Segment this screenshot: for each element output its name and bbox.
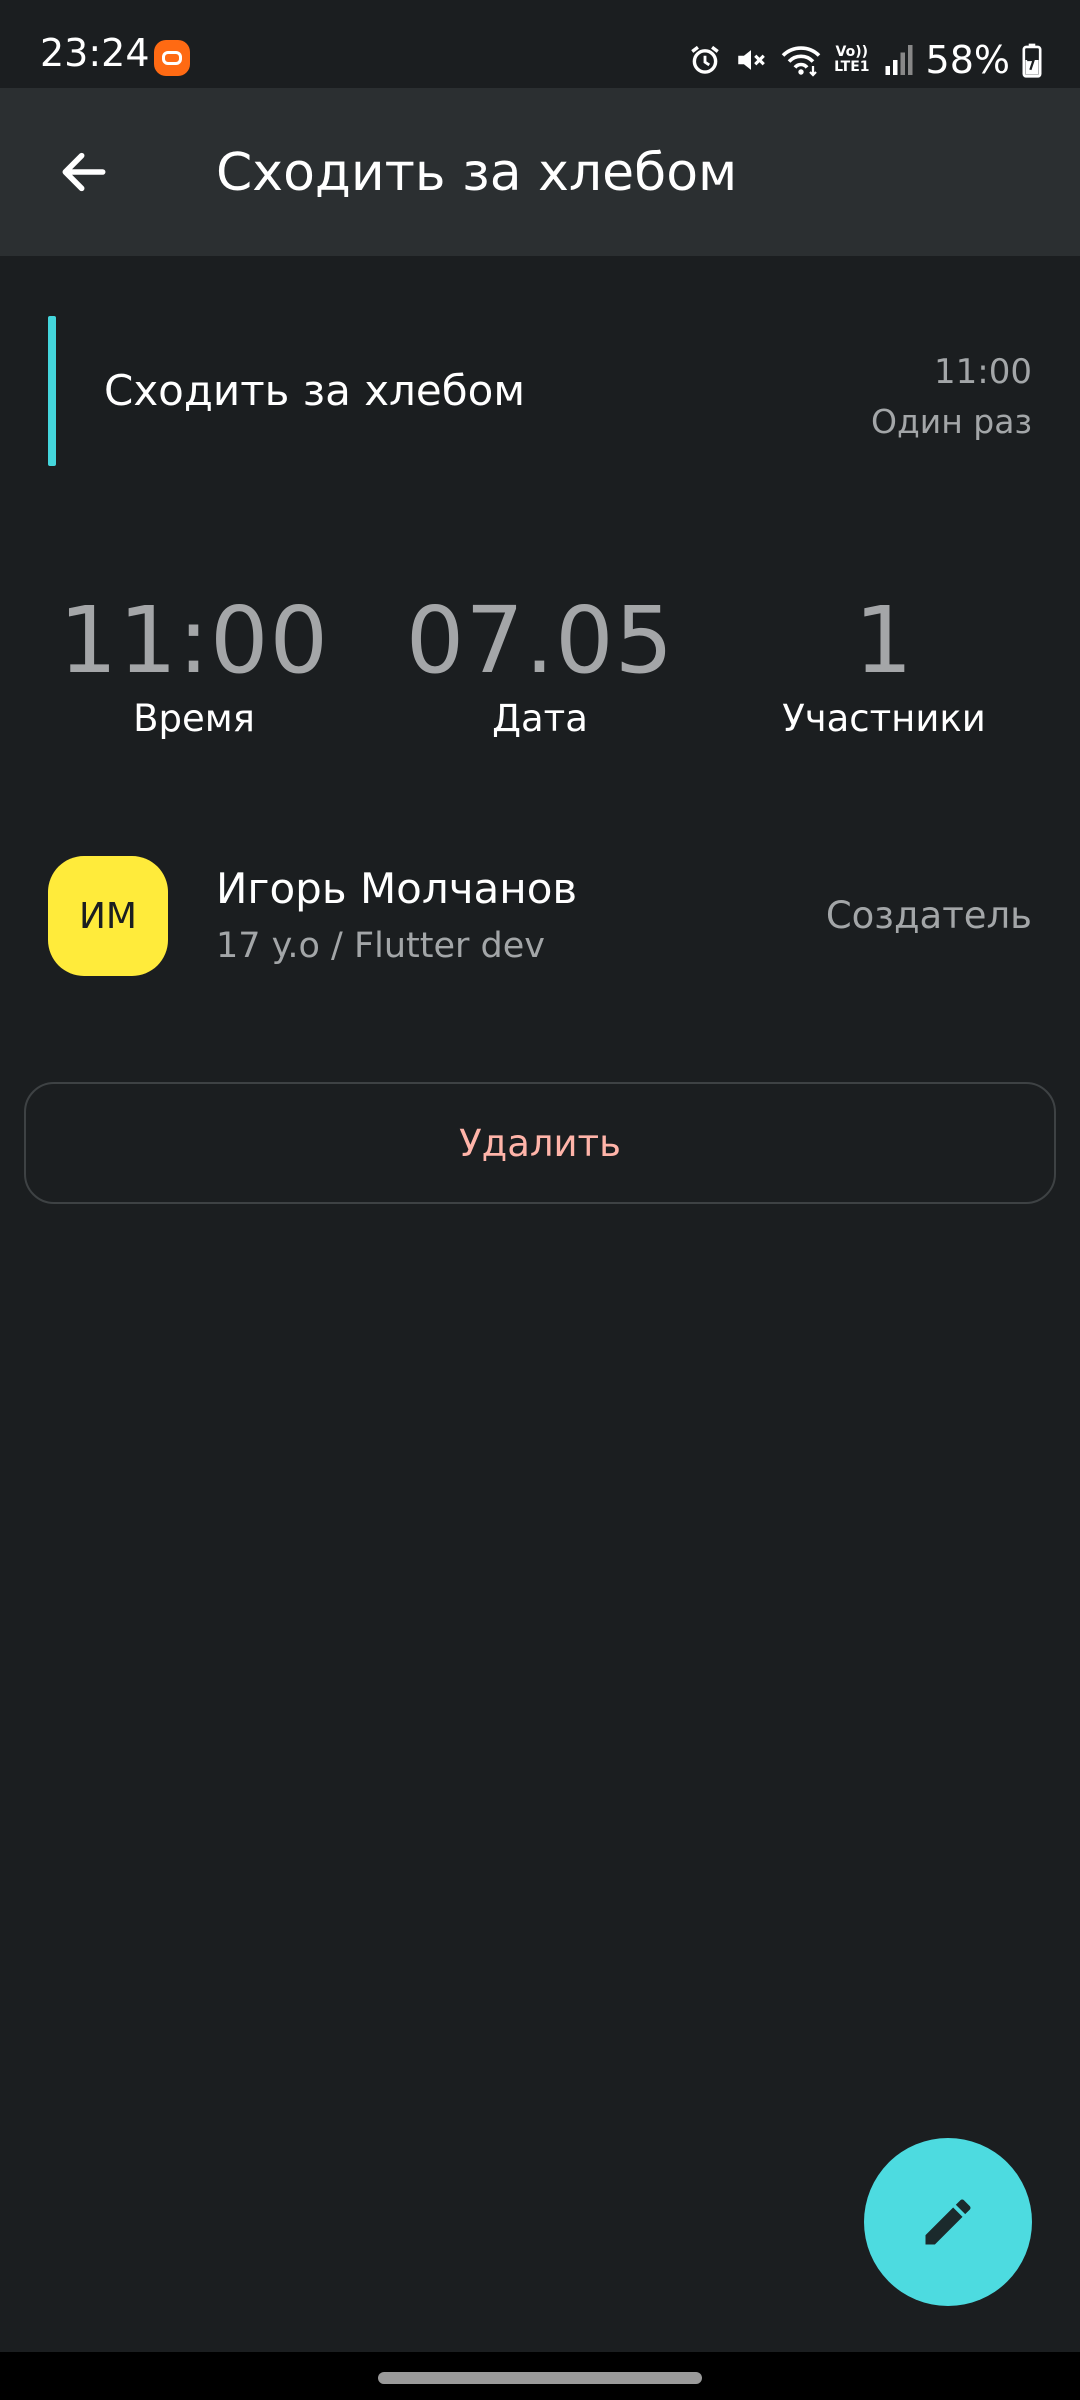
status-bar: 23:24 Vo)) LTE1 58% (0, 0, 1080, 88)
stat-participants-value: 1 (854, 587, 914, 694)
status-time: 23:24 (40, 31, 150, 75)
network-type-label: Vo)) LTE1 (834, 45, 869, 74)
back-button[interactable] (44, 132, 124, 212)
mute-icon (734, 40, 768, 80)
avatar: ИМ (48, 856, 168, 976)
stat-time-value: 11:00 (58, 587, 330, 694)
battery-percent: 58% (925, 38, 1010, 82)
signal-icon (884, 40, 914, 80)
task-accent-bar (48, 316, 56, 466)
mi-app-icon (154, 40, 190, 76)
home-indicator[interactable] (378, 2372, 702, 2384)
wifi-icon (780, 40, 822, 80)
status-icons: Vo)) LTE1 58% (688, 38, 1042, 82)
stat-date-label: Дата (492, 697, 588, 741)
stat-participants-label: Участники (782, 697, 986, 741)
navigation-bar (0, 2352, 1080, 2400)
edit-fab[interactable] (864, 2138, 1032, 2306)
stat-time: 11:00 Время (14, 590, 374, 740)
participant-info: 17 y.o / Flutter dev (216, 926, 545, 966)
delete-button[interactable]: Удалить (24, 1082, 1056, 1204)
page-title: Сходить за хлебом (216, 143, 738, 203)
volte-label: Vo)) (835, 44, 869, 61)
task-time: 11:00 (934, 352, 1032, 392)
stat-participants: 1 Участники (704, 590, 1064, 740)
participant-role: Создатель (825, 894, 1032, 937)
arrow-back-icon (62, 152, 106, 192)
task-repeat: Один раз (870, 402, 1032, 441)
stat-date-value: 07.05 (405, 587, 675, 694)
task-details-screen: 23:24 Vo)) LTE1 58% Сходить за хлебом Сх… (0, 0, 1080, 2400)
participant-row[interactable]: ИМ Игорь Молчанов 17 y.o / Flutter dev С… (48, 856, 1032, 976)
stat-date: 07.05 Дата (360, 590, 720, 740)
alarm-icon (688, 40, 722, 80)
app-bar: Сходить за хлебом (0, 88, 1080, 256)
lte-label: LTE1 (834, 59, 870, 75)
battery-charging-icon (1022, 40, 1042, 80)
stat-time-label: Время (133, 697, 255, 741)
participant-name: Игорь Молчанов (216, 864, 578, 913)
task-title: Сходить за хлебом (104, 366, 526, 415)
task-card[interactable]: Сходить за хлебом 11:00 Один раз (48, 316, 1032, 466)
pencil-icon (925, 2199, 971, 2245)
